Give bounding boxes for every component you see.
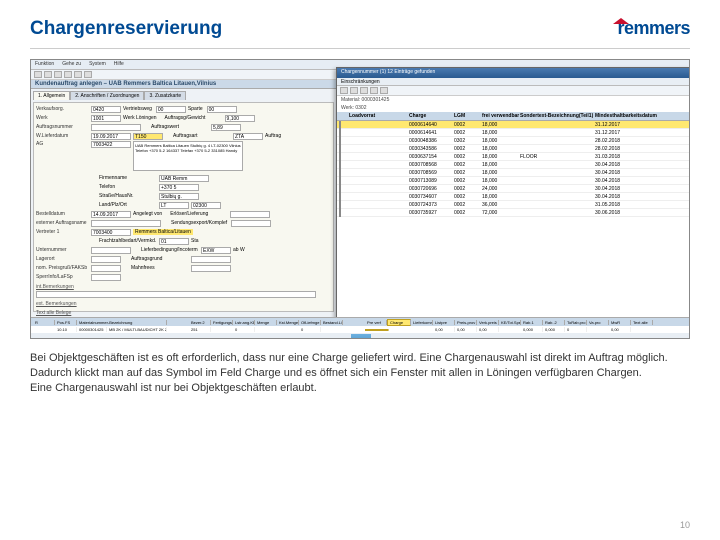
arrow-icon: [351, 334, 377, 339]
popup-tb-btn[interactable]: [360, 87, 368, 94]
grid-row[interactable]: 10.1000000301425MB 2K / MULTI-BAUDICHT 2…: [31, 326, 690, 333]
divider: [30, 48, 690, 49]
sap-screenshot: Funktion Gehe zu System Hilfe Kundenauft…: [30, 59, 690, 339]
page-number: 10: [680, 520, 690, 530]
batch-row[interactable]: 0030724373000236,00031.05.2018: [337, 201, 690, 209]
tab-anschriften[interactable]: 2. Anschriften / Zuordnungen: [70, 91, 144, 100]
popup-material: Material: 0000301425: [337, 96, 690, 104]
popup-tb-btn[interactable]: [350, 87, 358, 94]
menu-system[interactable]: System: [89, 61, 106, 68]
charge-field[interactable]: [365, 329, 389, 331]
batch-row[interactable]: 0030734607000218,00030.04.2018: [337, 193, 690, 201]
popup-tb-btn[interactable]: [340, 87, 348, 94]
grid-header: RPos.FSMaterialnummer-BezeichnungBezer.2…: [31, 318, 690, 326]
popup-tb-btn[interactable]: [370, 87, 378, 94]
batch-row[interactable]: 0030720696000224,00030.04.2018: [337, 185, 690, 193]
toolbar-btn[interactable]: [84, 71, 92, 78]
popup-tb-btn[interactable]: [380, 87, 388, 94]
tab-allgemein[interactable]: 1. Allgemein: [33, 91, 70, 100]
batch-row[interactable]: 0030343586000218,00028.02.2018: [337, 145, 690, 153]
toolbar-btn[interactable]: [64, 71, 72, 78]
batch-row[interactable]: 0000614640000218,00031.12.2017: [337, 121, 690, 129]
fld-verkaufsorg[interactable]: 0420: [91, 106, 121, 113]
popup-title: Chargennummer (1) 12 Einträge gefunden: [337, 68, 690, 78]
batch-row[interactable]: 0030637154000218,000FLOOR31.03.2018: [337, 153, 690, 161]
page-title: Chargenreservierung: [30, 18, 222, 40]
address-box: UAB Remmers Baltica Litauen Stulbių g. 4…: [133, 141, 243, 171]
lbl-verkaufsorg: Verkaufsorg.: [36, 106, 91, 112]
batch-table-body: 0000614640000218,00031.12.20170000614641…: [337, 121, 690, 217]
batch-selection-popup: Chargennummer (1) 12 Einträge gefunden E…: [336, 67, 690, 339]
menu-funktion[interactable]: Funktion: [35, 61, 54, 68]
toolbar-btn[interactable]: [34, 71, 42, 78]
batch-row[interactable]: 0030713089000218,00030.04.2018: [337, 177, 690, 185]
popup-menu[interactable]: Einschränkungen: [337, 78, 690, 86]
menu-gehezu[interactable]: Gehe zu: [62, 61, 81, 68]
roof-icon: [613, 18, 629, 24]
batch-row[interactable]: 0000614641000218,00031.12.2017: [337, 129, 690, 137]
batch-row[interactable]: 0030048386030218,00028.02.2018: [337, 137, 690, 145]
brand-logo: remmers: [553, 18, 690, 39]
toolbar-btn[interactable]: [44, 71, 52, 78]
toolbar-btn[interactable]: [54, 71, 62, 78]
highlighted-field[interactable]: T150: [133, 133, 163, 140]
popup-toolbar: [337, 86, 690, 96]
toolbar-btn[interactable]: [74, 71, 82, 78]
batch-row[interactable]: 0030735927000272,00030.06.2018: [337, 209, 690, 217]
menu-hilfe[interactable]: Hilfe: [114, 61, 124, 68]
tab-zusatz[interactable]: 3. Zusatzkarte: [144, 91, 186, 100]
batch-table-header: LoadvorratChargeLGMfrei verwendbarSonder…: [337, 112, 690, 121]
popup-werk: Werk: 0302: [337, 104, 690, 112]
form-tabs: 1. Allgemein 2. Anschriften / Zuordnunge…: [33, 91, 334, 100]
description-text: Bei Objektgeschäften ist es oft erforder…: [30, 351, 690, 396]
order-form: 1. Allgemein 2. Anschriften / Zuordnunge…: [31, 89, 336, 339]
batch-row[interactable]: 0030708569000218,00030.04.2018: [337, 169, 690, 177]
batch-row[interactable]: 0030708568000218,00030.04.2018: [337, 161, 690, 169]
